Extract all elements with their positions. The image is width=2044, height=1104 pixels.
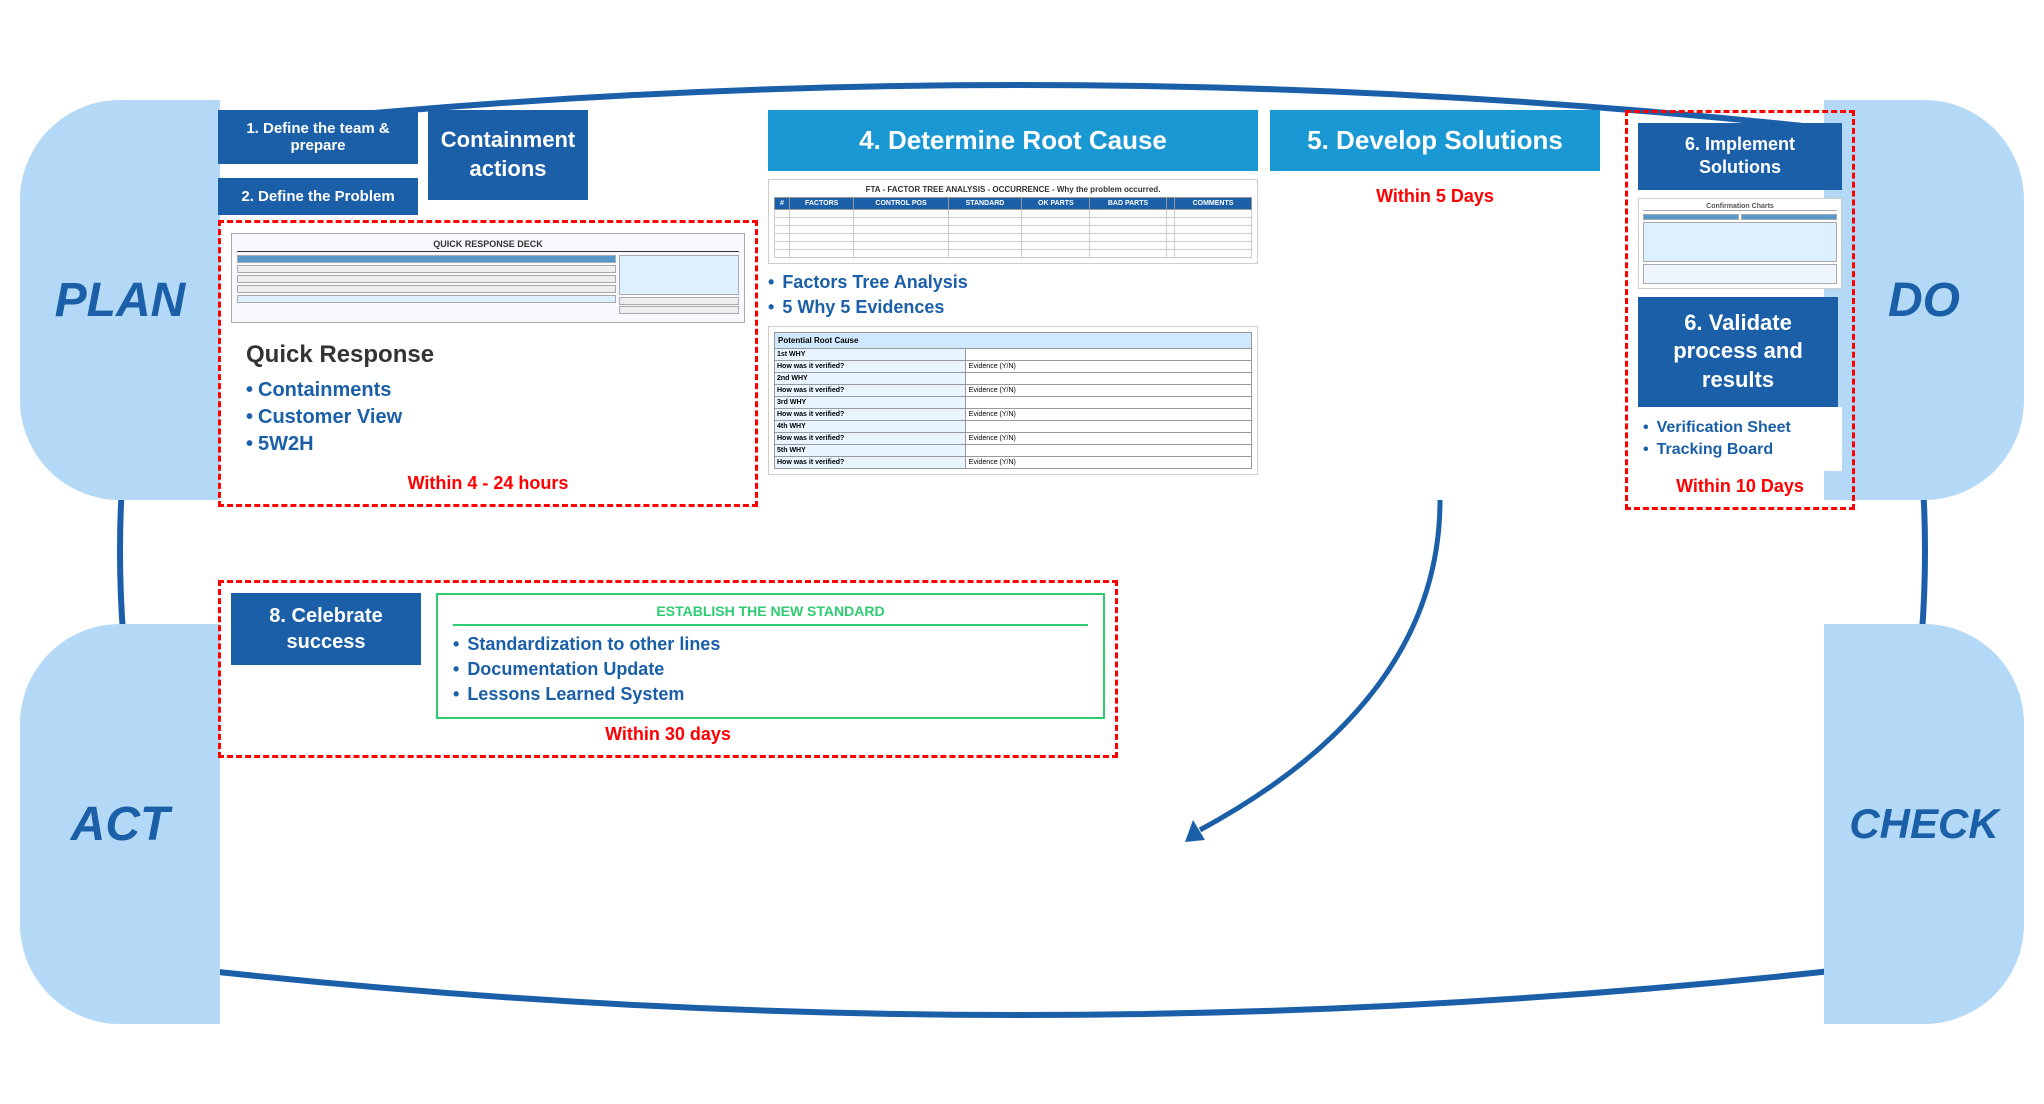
why-table-thumbnail: Potential Root Cause 1st WHY How was it … bbox=[768, 326, 1258, 475]
top-left-section: 1. Define the team & prepare 2. Define t… bbox=[218, 110, 758, 507]
qr-title: Quick Response bbox=[246, 341, 730, 369]
root-cause-section: 4. Determine Root Cause FTA - FACTOR TRE… bbox=[768, 110, 1258, 475]
step4-label: 4. Determine Root Cause bbox=[859, 125, 1167, 155]
step1-box: 1. Define the team & prepare bbox=[218, 110, 418, 164]
standard-box: ESTABLISH THE NEW STANDARD Standardizati… bbox=[436, 593, 1105, 719]
step2-box: 2. Define the Problem bbox=[218, 178, 418, 215]
check-circle: CHECK bbox=[1824, 624, 2024, 1024]
step5-box: 5. Develop Solutions bbox=[1270, 110, 1600, 171]
main-container: PLAN DO ACT CHECK 1. Define the team & p… bbox=[0, 0, 2044, 1104]
step5-label: 5. Develop Solutions bbox=[1307, 125, 1563, 155]
validate-content: Verification Sheet Tracking Board bbox=[1638, 407, 1842, 471]
step6-implement-box: 6. Implement Solutions bbox=[1638, 123, 1842, 190]
quick-response-content: Quick Response •Containments •Customer V… bbox=[231, 331, 745, 468]
check-label: CHECK bbox=[1849, 800, 1998, 848]
implement-dashed-box: 6. Implement Solutions Confirmation Char… bbox=[1625, 110, 1855, 510]
step4-box: 4. Determine Root Cause bbox=[768, 110, 1258, 171]
standard-title: ESTABLISH THE NEW STANDARD bbox=[453, 603, 1088, 626]
qr-item-1: •Containments bbox=[246, 377, 730, 404]
step8-box: 8. Celebrate success bbox=[231, 593, 421, 665]
do-label: DO bbox=[1888, 273, 1960, 328]
validate-bullet1: Verification Sheet bbox=[1643, 419, 1837, 437]
containment-dashed-box: QUICK RESPONSE DECK bbox=[218, 220, 758, 507]
step6-validate-label: 6. Validate process and results bbox=[1673, 310, 1803, 392]
document-thumbnail: QUICK RESPONSE DECK bbox=[231, 233, 745, 323]
bottom-section: 8. Celebrate success ESTABLISH THE NEW S… bbox=[218, 580, 1118, 758]
act-dashed-box: 8. Celebrate success ESTABLISH THE NEW S… bbox=[218, 580, 1118, 758]
act-circle: ACT bbox=[20, 624, 220, 1024]
within-10-days-label: Within 10 Days bbox=[1638, 476, 1842, 497]
fta-thumbnail: FTA - FACTOR TREE ANALYSIS - OCCURRENCE … bbox=[768, 179, 1258, 264]
step8-label: 8. Celebrate success bbox=[269, 605, 382, 653]
root-cause-bullet2: 5 Why 5 Evidences bbox=[768, 297, 1258, 318]
standard-bullet3: Lessons Learned System bbox=[453, 684, 1088, 705]
act-label: ACT bbox=[71, 797, 170, 852]
step3-box: Containment actions bbox=[428, 110, 588, 200]
validate-bullet2: Tracking Board bbox=[1643, 441, 1837, 459]
root-cause-bullet1: Factors Tree Analysis bbox=[768, 272, 1258, 293]
qr-item-2: •Customer View bbox=[246, 404, 730, 431]
within-4-24-label: Within 4 - 24 hours bbox=[231, 473, 745, 494]
develop-solutions-section: 5. Develop Solutions Within 5 Days bbox=[1270, 110, 1600, 207]
standardize-section: ESTABLISH THE NEW STANDARD Standardizati… bbox=[436, 593, 1105, 719]
plan-label: PLAN bbox=[55, 273, 186, 328]
standard-bullet1: Standardization to other lines bbox=[453, 634, 1088, 655]
within-30-days-label: Within 30 days bbox=[231, 724, 1105, 745]
implement-section: 6. Implement Solutions Confirmation Char… bbox=[1625, 110, 1855, 510]
standard-bullet2: Documentation Update bbox=[453, 659, 1088, 680]
tracking-sheet-top: Confirmation Charts bbox=[1638, 198, 1842, 289]
step1-label: 1. Define the team & prepare bbox=[246, 120, 389, 154]
within-5-days-label: Within 5 Days bbox=[1270, 186, 1600, 207]
step6-implement-label: 6. Implement Solutions bbox=[1685, 134, 1795, 177]
step2-label: 2. Define the Problem bbox=[241, 188, 394, 205]
step3-label: Containment actions bbox=[441, 126, 575, 183]
step6-validate-box: 6. Validate process and results bbox=[1638, 297, 1838, 407]
plan-circle: PLAN bbox=[20, 100, 220, 500]
qr-item-3: •5W2H bbox=[246, 431, 730, 458]
